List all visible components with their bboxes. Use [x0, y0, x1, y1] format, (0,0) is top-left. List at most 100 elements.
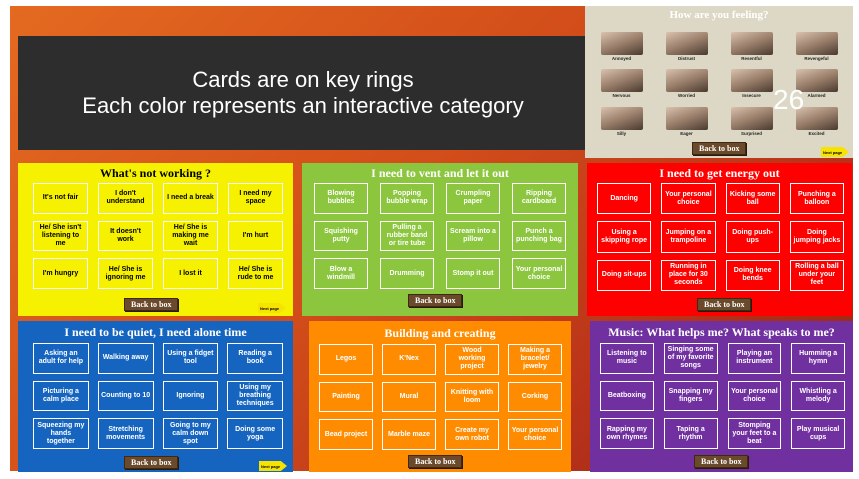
- card[interactable]: He/ She is making me wait: [163, 220, 218, 252]
- feeling-card[interactable]: Nervous: [593, 69, 650, 102]
- card[interactable]: Scream into a pillow: [446, 220, 500, 252]
- card[interactable]: Doing sit-ups: [597, 259, 652, 291]
- card[interactable]: Stomping your feet to a beat: [727, 418, 782, 449]
- back-to-box-button[interactable]: Back to box: [408, 455, 463, 468]
- card[interactable]: I'm hurt: [228, 220, 283, 252]
- card[interactable]: Kicking some ball: [725, 183, 780, 215]
- card[interactable]: Squeezing my hands together: [33, 418, 89, 449]
- feeling-photo: [795, 32, 838, 55]
- feeling-card[interactable]: Eager: [658, 106, 715, 140]
- back-to-box-button[interactable]: Back to box: [697, 298, 752, 311]
- card[interactable]: Mural: [382, 381, 436, 413]
- feeling-label: Distrust: [677, 56, 695, 61]
- back-to-box-button[interactable]: Back to box: [124, 456, 179, 469]
- card[interactable]: Reading a book: [227, 343, 283, 374]
- card[interactable]: Drumming: [380, 258, 434, 289]
- feeling-card[interactable]: Silly: [593, 106, 650, 140]
- back-to-box-button[interactable]: Back to box: [694, 455, 749, 468]
- card[interactable]: Squishing putty: [314, 220, 368, 252]
- card[interactable]: Legos: [319, 344, 373, 375]
- card[interactable]: Running in place for 30 seconds: [661, 259, 716, 291]
- card[interactable]: Crumpling paper: [446, 183, 500, 214]
- feeling-card[interactable]: Insecure: [723, 69, 780, 102]
- card[interactable]: Play musical cups: [791, 418, 845, 449]
- quiet-panel: I need to be quiet, I need alone time As…: [18, 321, 293, 472]
- vent-grid: Blowing bubbles Popping bubble wrap Crum…: [314, 183, 566, 289]
- card[interactable]: Snapping my fingers: [663, 380, 718, 412]
- card[interactable]: Painting: [319, 381, 373, 413]
- card[interactable]: Popping bubble wrap: [380, 183, 434, 214]
- card[interactable]: Taping a rhythm: [663, 418, 718, 449]
- back-to-box-button[interactable]: Back to box: [408, 294, 463, 307]
- feelings-panel: How are you feeling? Annoyed Distrust Re…: [585, 6, 853, 158]
- card[interactable]: It doesn't work: [98, 220, 153, 252]
- card[interactable]: Using a fidget tool: [162, 343, 219, 374]
- card[interactable]: Your personal choice: [508, 419, 562, 450]
- card[interactable]: He/ She is ignoring me: [98, 258, 153, 289]
- card[interactable]: Going to my calm down spot: [162, 418, 219, 449]
- card[interactable]: Jumping on a trampoline: [661, 221, 716, 253]
- feeling-card[interactable]: Worried: [658, 69, 715, 102]
- card[interactable]: Punch a punching bag: [512, 220, 566, 252]
- card[interactable]: Punching a balloon: [789, 183, 844, 215]
- card[interactable]: Create my own robot: [445, 419, 499, 450]
- card[interactable]: Wood working project: [445, 344, 499, 375]
- back-to-box-button[interactable]: Back to box: [124, 298, 179, 311]
- card[interactable]: Rapping my own rhymes: [600, 418, 654, 449]
- card[interactable]: He/ She is rude to me: [228, 258, 283, 289]
- next-page-button[interactable]: Next page: [258, 303, 286, 313]
- card[interactable]: Doing knee bends: [725, 259, 780, 291]
- card[interactable]: I'm hungry: [33, 258, 88, 289]
- card[interactable]: I don't understand: [98, 183, 153, 214]
- card[interactable]: Stretching movements: [97, 418, 154, 449]
- card[interactable]: Ignoring: [162, 380, 219, 412]
- card[interactable]: Whistling a melody: [791, 380, 845, 412]
- card[interactable]: Knitting with loom: [445, 381, 499, 413]
- card[interactable]: Beatboxing: [600, 380, 654, 412]
- feeling-card[interactable]: Surprised: [723, 106, 780, 140]
- building-grid: Legos K'Nex Wood working project Making …: [319, 344, 562, 450]
- feeling-card[interactable]: Revengeful: [788, 32, 845, 65]
- card[interactable]: Marble maze: [382, 419, 436, 450]
- card[interactable]: Rolling a ball under your feet: [789, 259, 844, 291]
- card[interactable]: Ripping cardboard: [512, 183, 566, 214]
- card[interactable]: Listening to music: [600, 343, 654, 374]
- feeling-label: Surprised: [740, 130, 762, 136]
- card[interactable]: Using my breathing techniques: [227, 380, 283, 412]
- card[interactable]: Corking: [508, 381, 562, 413]
- card[interactable]: Walking away: [97, 343, 154, 374]
- card[interactable]: Asking an adult for help: [33, 343, 89, 374]
- card[interactable]: I need a break: [163, 183, 218, 214]
- card[interactable]: Doing some yoga: [227, 418, 283, 449]
- next-page-button[interactable]: Next page: [259, 461, 287, 471]
- card[interactable]: Playing an instrument: [727, 343, 782, 374]
- feeling-card[interactable]: Annoyed: [593, 32, 650, 65]
- card[interactable]: Making a bracelet/ jewelry: [508, 344, 562, 375]
- card[interactable]: Singing some of my favorite songs: [663, 343, 718, 374]
- card[interactable]: I lost it: [163, 258, 218, 289]
- feeling-photo: [600, 106, 643, 130]
- card[interactable]: Blow a windmill: [314, 258, 368, 289]
- card[interactable]: He/ She isn't listening to me: [33, 220, 88, 252]
- card[interactable]: I need my space: [228, 183, 283, 214]
- card[interactable]: Doing jumping jacks: [789, 221, 844, 253]
- card[interactable]: Your personal choice: [661, 183, 716, 215]
- back-to-box-button[interactable]: Back to box: [692, 142, 747, 155]
- card[interactable]: Your personal choice: [727, 380, 782, 412]
- card[interactable]: K'Nex: [382, 344, 436, 375]
- card[interactable]: It's not fair: [33, 183, 88, 214]
- card[interactable]: Dancing: [597, 183, 652, 215]
- card[interactable]: Picturing a calm place: [33, 380, 89, 412]
- next-page-button[interactable]: Next page: [821, 147, 849, 157]
- card[interactable]: Your personal choice: [512, 258, 566, 289]
- card[interactable]: Counting to 10: [97, 380, 154, 412]
- card[interactable]: Blowing bubbles: [314, 183, 368, 214]
- feeling-card[interactable]: Resentful: [723, 32, 780, 65]
- card[interactable]: Stomp it out: [446, 258, 500, 289]
- card[interactable]: Using a skipping rope: [597, 221, 652, 253]
- card[interactable]: Doing push-ups: [725, 221, 780, 253]
- card[interactable]: Humming a hymn: [791, 343, 845, 374]
- card[interactable]: Bead project: [319, 419, 373, 450]
- feeling-card[interactable]: Distrust: [658, 32, 715, 65]
- card[interactable]: Pulling a rubber band or tire tube: [380, 220, 434, 252]
